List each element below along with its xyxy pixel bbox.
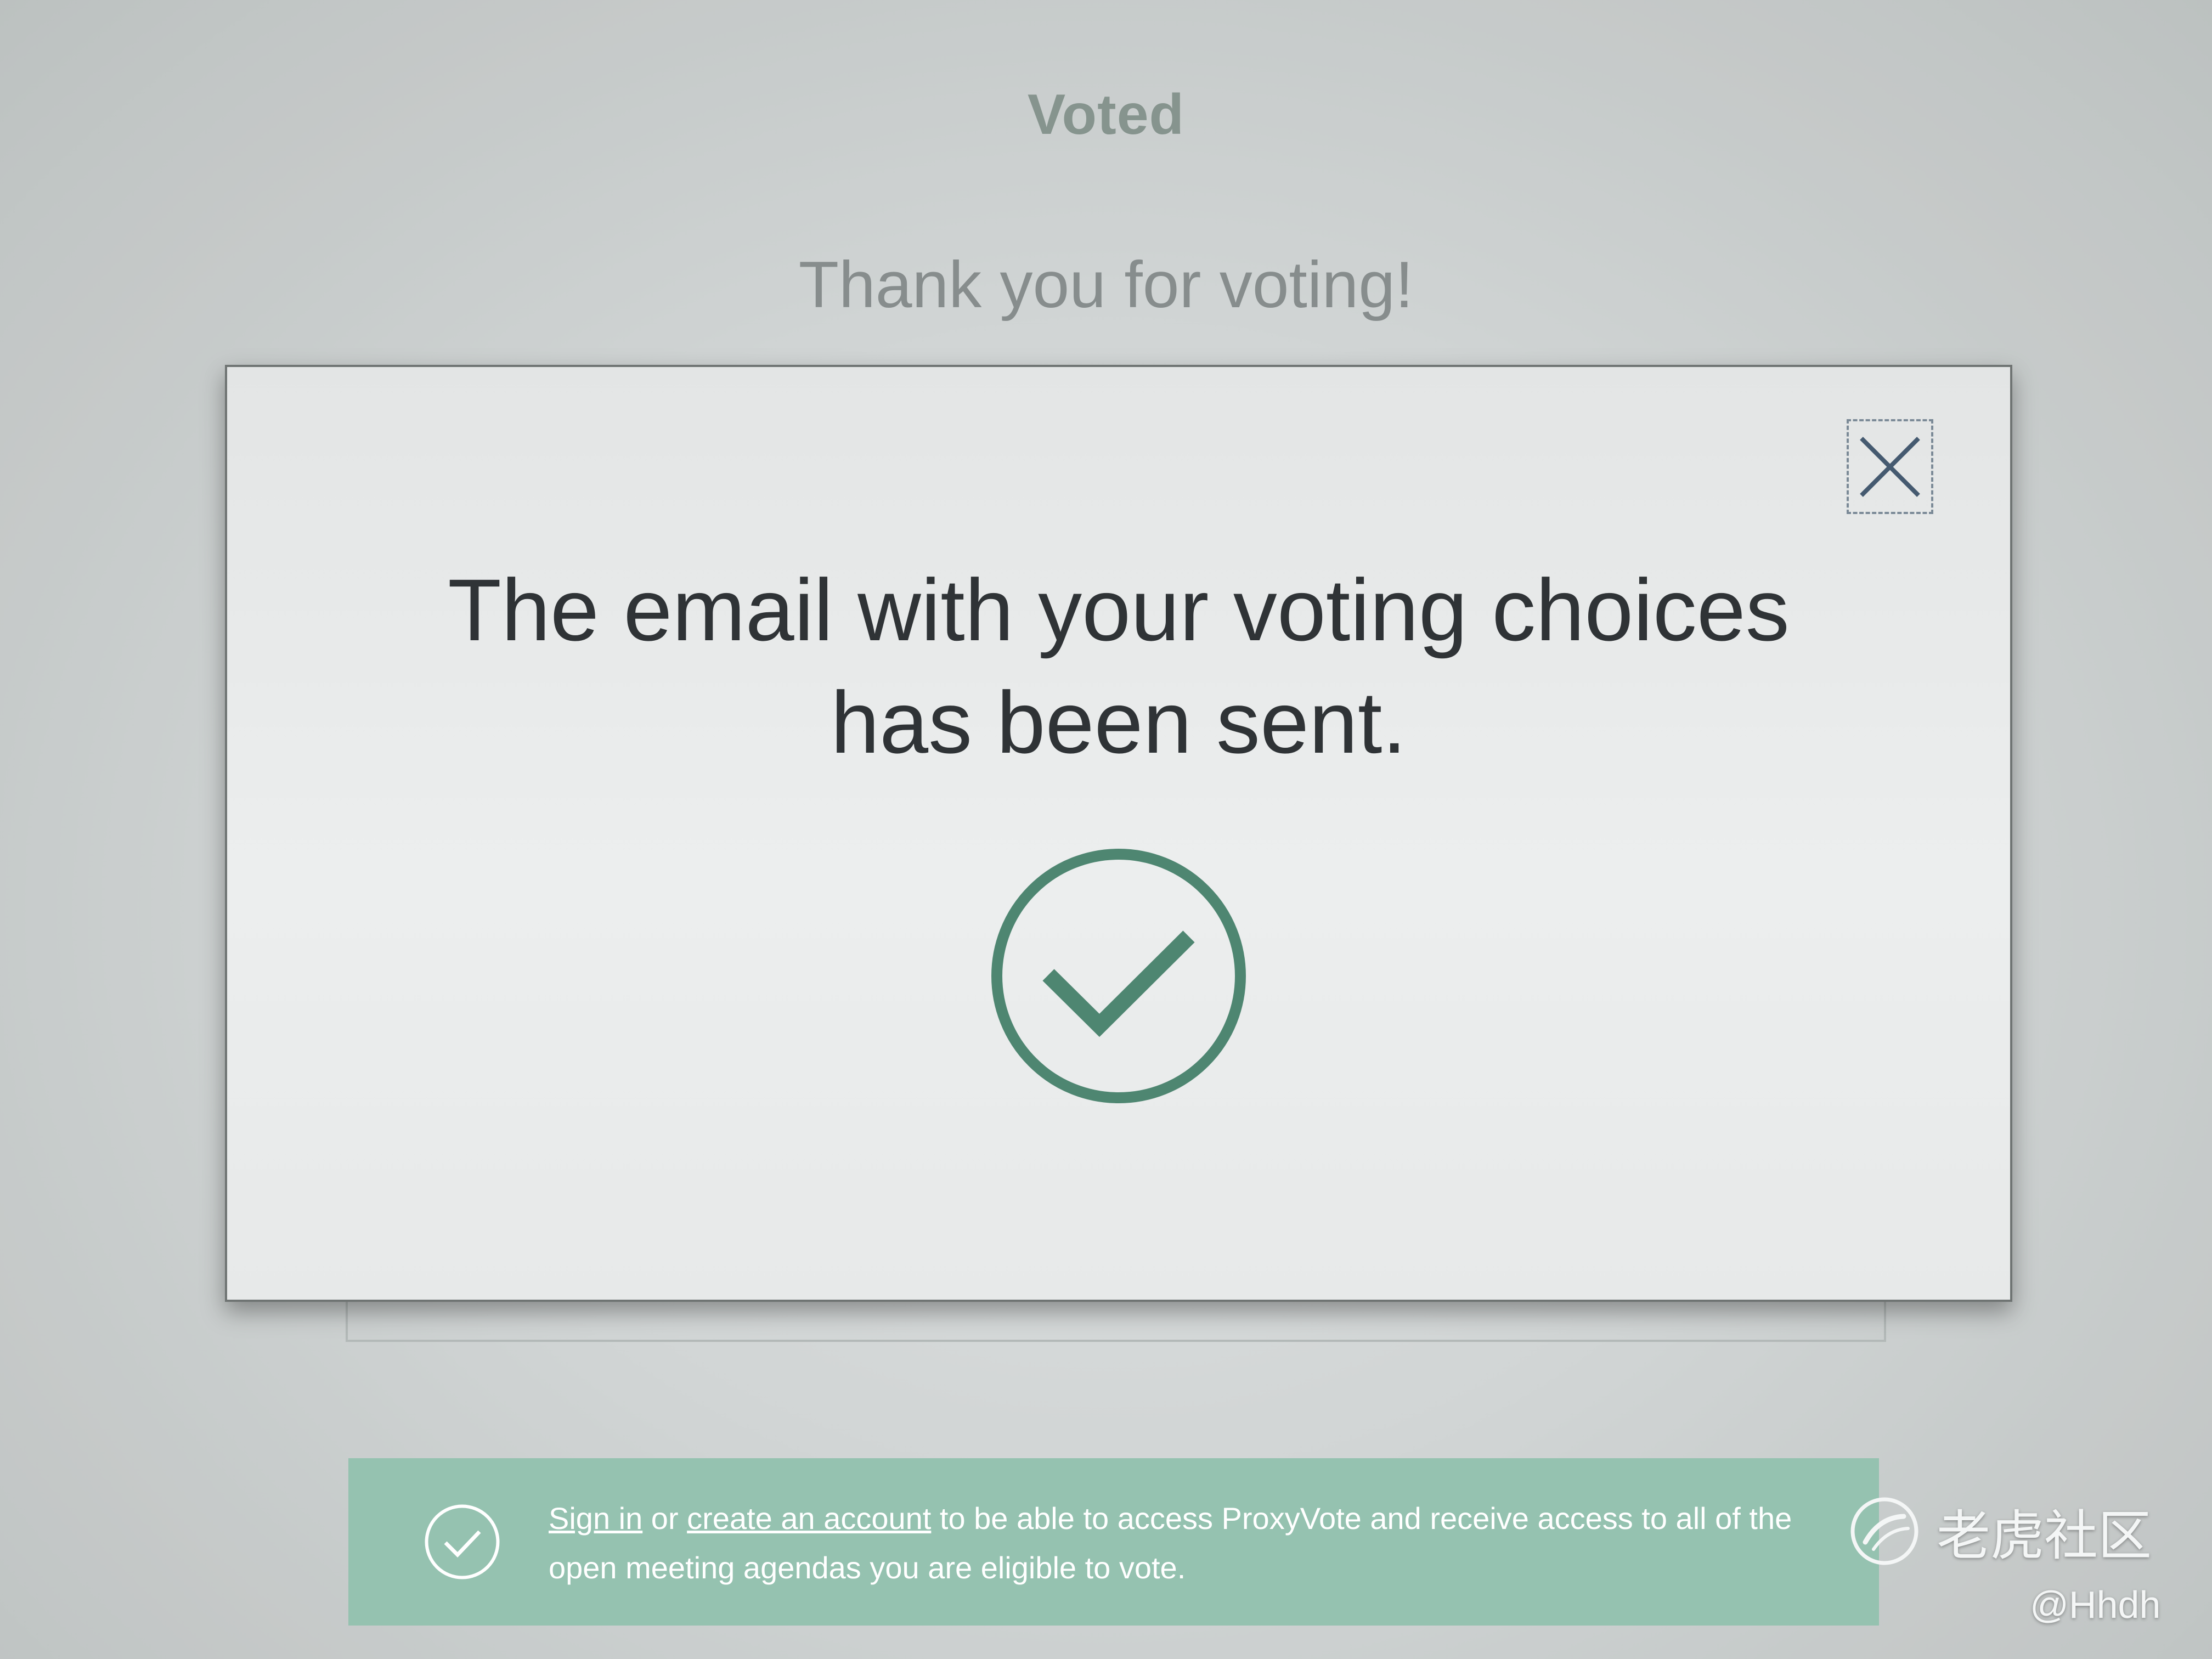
- watermark-handle: @Hhdh: [2030, 1583, 2161, 1626]
- check-circle-icon: [425, 1504, 500, 1579]
- account-banner: Sign in or create an account to be able …: [348, 1458, 1879, 1626]
- email-sent-message: The email with your voting choices has b…: [337, 554, 1900, 778]
- check-circle-icon: [991, 849, 1246, 1103]
- banner-text: Sign in or create an account to be able …: [549, 1494, 1827, 1593]
- watermark-brand: 老虎社区: [1937, 1505, 2152, 1567]
- email-sent-message-line-1: The email with your voting choices: [448, 561, 1790, 659]
- confirmation-modal: The email with your voting choices has b…: [225, 365, 2012, 1302]
- close-button[interactable]: [1847, 419, 1933, 514]
- create-account-link[interactable]: create an account: [687, 1501, 931, 1536]
- watermark: 老虎社区: [1849, 1492, 2152, 1570]
- sign-in-link[interactable]: Sign in: [549, 1501, 642, 1536]
- close-icon[interactable]: [1857, 434, 1923, 500]
- email-sent-message-line-2: has been sent.: [831, 673, 1407, 771]
- banner-or-text: or: [642, 1501, 687, 1536]
- tiger-logo-icon: [1850, 1497, 1918, 1565]
